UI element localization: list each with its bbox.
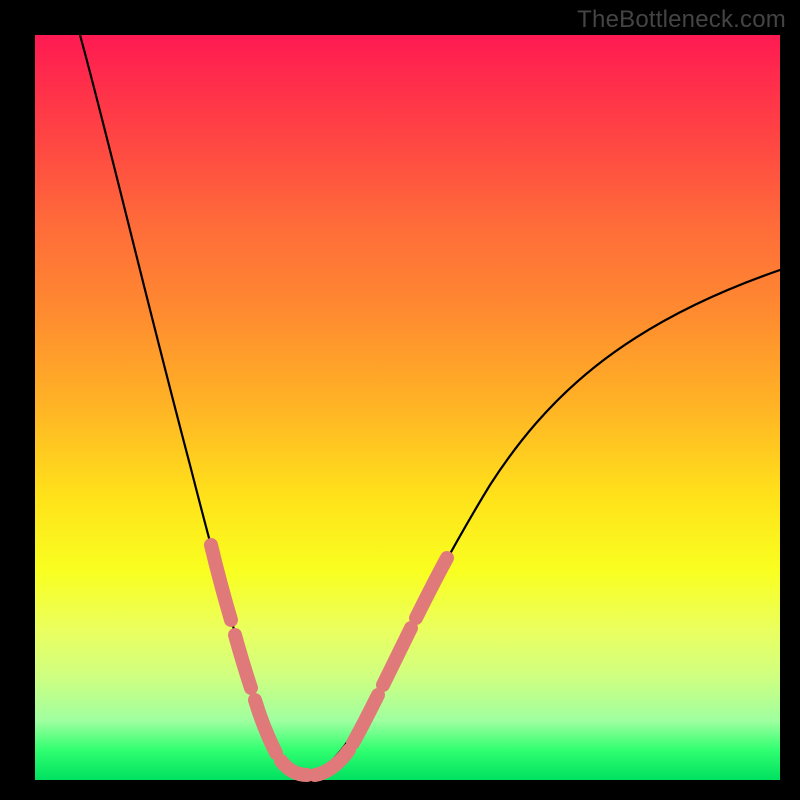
- bottleneck-curve: [80, 35, 780, 776]
- pink-band-trough-1: [281, 761, 307, 775]
- curve-svg: [35, 35, 780, 780]
- pink-band-trough-2: [315, 750, 349, 775]
- outer-frame: TheBottleneck.com: [0, 0, 800, 800]
- pink-band-right-1: [353, 695, 378, 743]
- pink-band-left-3: [255, 700, 276, 753]
- pink-band-left-1: [211, 545, 231, 620]
- plot-area: [35, 35, 780, 780]
- pink-band-left-2: [235, 635, 251, 688]
- watermark-text: TheBottleneck.com: [577, 6, 786, 34]
- pink-band-right-3: [416, 558, 447, 618]
- pink-band-right-2: [383, 628, 411, 685]
